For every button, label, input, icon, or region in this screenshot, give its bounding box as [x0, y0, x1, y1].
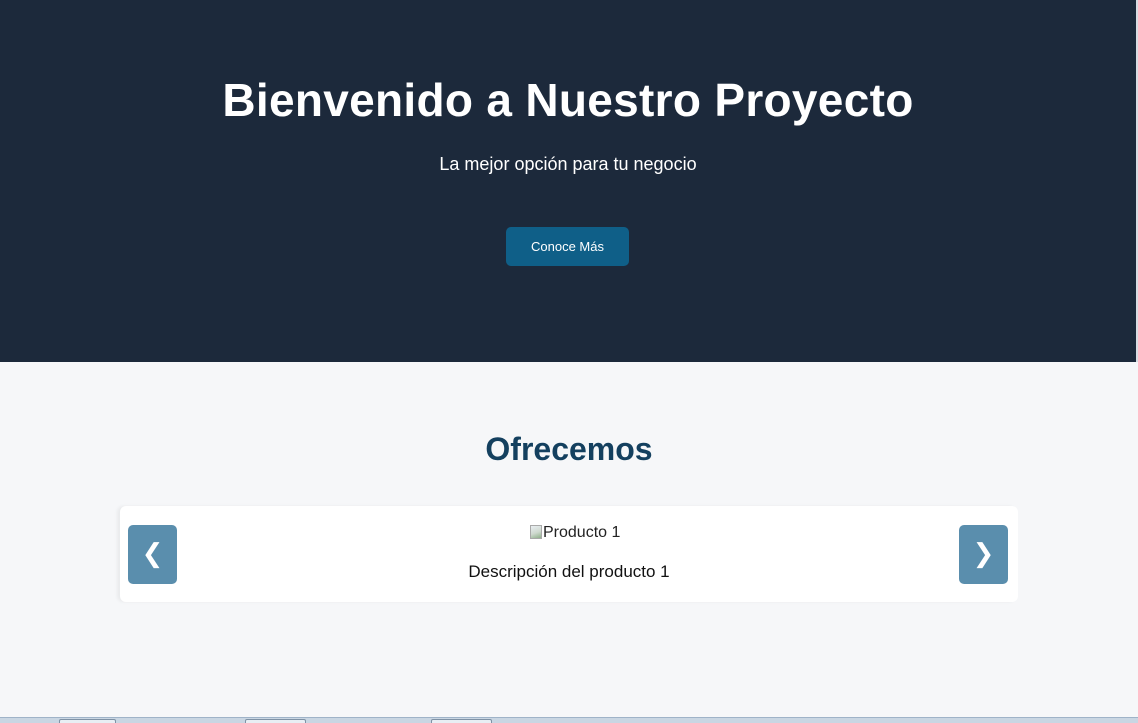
carousel-prev-button[interactable]: ❮: [128, 525, 177, 584]
hero-subtitle: La mejor opción para tu negocio: [439, 154, 697, 174]
taskbar-item[interactable]: [431, 719, 492, 723]
taskbar-item[interactable]: [245, 719, 306, 723]
hero-section: Bienvenido a Nuestro Proyecto La mejor o…: [0, 0, 1136, 362]
chevron-right-icon: ❯: [972, 539, 995, 569]
product-carousel: ❮ Producto 1 Descripción del producto 1 …: [120, 506, 1018, 602]
page: Bienvenido a Nuestro Proyecto La mejor o…: [0, 0, 1138, 723]
product-description: Descripción del producto 1: [468, 562, 670, 581]
hero-title: Bienvenido a Nuestro Proyecto: [222, 74, 914, 126]
section-title: Ofrecemos: [485, 431, 653, 467]
chevron-left-icon: ❮: [141, 539, 164, 569]
product-image-alt: Producto 1: [543, 524, 621, 541]
taskbar: [0, 717, 1138, 723]
carousel-next-button[interactable]: ❯: [959, 525, 1008, 584]
broken-image-icon: [530, 525, 542, 539]
carousel-slide: Producto 1 Descripción del producto 1: [180, 506, 958, 602]
product-image: Producto 1: [530, 523, 620, 543]
taskbar-item[interactable]: [59, 719, 116, 723]
conoce-mas-button[interactable]: Conoce Más: [506, 227, 629, 266]
